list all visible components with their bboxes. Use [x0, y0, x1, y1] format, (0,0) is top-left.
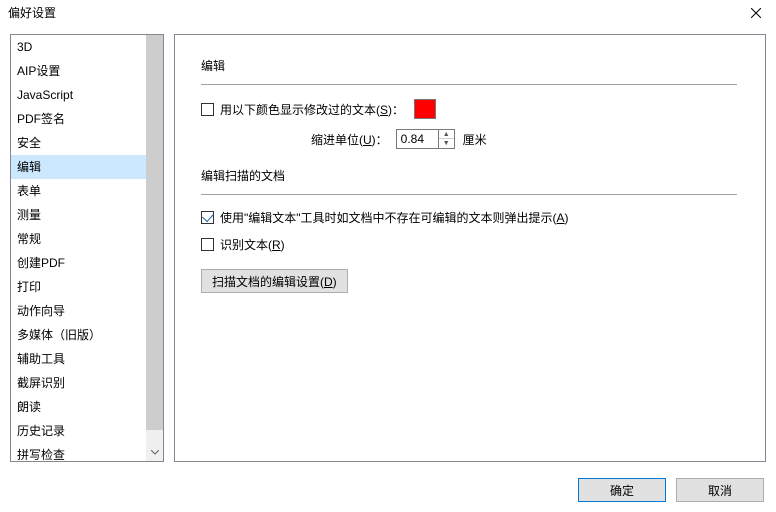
divider	[201, 194, 737, 195]
sidebar-item[interactable]: PDF签名	[11, 107, 146, 131]
sidebar-item[interactable]: 打印	[11, 275, 146, 299]
sidebar-item[interactable]: 创建PDF	[11, 251, 146, 275]
close-icon	[751, 8, 761, 18]
settings-panel: 编辑 用以下颜色显示修改过的文本(S)： 缩进单位(U)： ▲ ▼	[174, 34, 766, 462]
sidebar-item[interactable]: 历史记录	[11, 419, 146, 443]
sidebar-item[interactable]: AIP设置	[11, 59, 146, 83]
indent-unit-unit-label: 厘米	[463, 131, 487, 148]
close-button[interactable]	[736, 0, 776, 26]
cancel-button[interactable]: 取消	[676, 478, 764, 502]
sidebar: 3DAIP设置JavaScriptPDF签名安全编辑表单测量常规创建PDF打印动…	[10, 34, 164, 462]
edit-text-prompt-label: 使用"编辑文本"工具时如文档中不存在可编辑的文本则弹出提示(A)	[220, 209, 569, 226]
modified-text-color-swatch[interactable]	[414, 99, 436, 119]
sidebar-item[interactable]: 朗读	[11, 395, 146, 419]
indent-unit-input[interactable]	[396, 129, 438, 149]
edit-group: 编辑 用以下颜色显示修改过的文本(S)： 缩进单位(U)： ▲ ▼	[201, 57, 745, 149]
sidebar-item[interactable]: 截屏识别	[11, 371, 146, 395]
show-modified-color-label: 用以下颜色显示修改过的文本(S)：	[220, 101, 404, 118]
sidebar-item[interactable]: 编辑	[11, 155, 146, 179]
sidebar-item[interactable]: 表单	[11, 179, 146, 203]
recognize-text-checkbox[interactable]	[201, 238, 214, 251]
sidebar-item[interactable]: 辅助工具	[11, 347, 146, 371]
sidebar-item[interactable]: 多媒体（旧版）	[11, 323, 146, 347]
content-area: 3DAIP设置JavaScriptPDF签名安全编辑表单测量常规创建PDF打印动…	[0, 26, 776, 464]
sidebar-item[interactable]: 常规	[11, 227, 146, 251]
scan-group-title: 编辑扫描的文档	[201, 167, 745, 184]
edit-text-prompt-row: 使用"编辑文本"工具时如文档中不存在可编辑的文本则弹出提示(A)	[201, 209, 745, 226]
sidebar-item[interactable]: 测量	[11, 203, 146, 227]
ok-button[interactable]: 确定	[578, 478, 666, 502]
sidebar-item[interactable]: 3D	[11, 35, 146, 59]
indent-unit-spinner[interactable]: ▲ ▼	[396, 129, 455, 149]
divider	[201, 84, 737, 85]
show-modified-color-checkbox[interactable]	[201, 103, 214, 116]
recognize-text-label: 识别文本(R)	[220, 236, 285, 253]
sidebar-item[interactable]: 拼写检查	[11, 443, 146, 461]
sidebar-item[interactable]: JavaScript	[11, 83, 146, 107]
scrollbar-thumb[interactable]	[146, 35, 163, 430]
spinner-buttons: ▲ ▼	[438, 129, 455, 149]
recognize-text-row: 识别文本(R)	[201, 236, 745, 253]
edit-text-prompt-checkbox[interactable]	[201, 211, 214, 224]
sidebar-item[interactable]: 安全	[11, 131, 146, 155]
indent-unit-row: 缩进单位(U)： ▲ ▼ 厘米	[311, 129, 745, 149]
sidebar-scrollbar[interactable]	[146, 35, 163, 461]
show-modified-color-row: 用以下颜色显示修改过的文本(S)：	[201, 99, 745, 119]
titlebar: 偏好设置	[0, 0, 776, 26]
chevron-down-icon	[151, 450, 159, 455]
indent-unit-label: 缩进单位(U)：	[311, 131, 388, 148]
scan-group: 编辑扫描的文档 使用"编辑文本"工具时如文档中不存在可编辑的文本则弹出提示(A)…	[201, 167, 745, 293]
scrollbar-down-arrow[interactable]	[146, 444, 163, 461]
spinner-up[interactable]: ▲	[439, 130, 454, 139]
edit-group-title: 编辑	[201, 57, 745, 74]
scan-settings-button[interactable]: 扫描文档的编辑设置(D)	[201, 269, 348, 293]
sidebar-item[interactable]: 动作向导	[11, 299, 146, 323]
sidebar-list[interactable]: 3DAIP设置JavaScriptPDF签名安全编辑表单测量常规创建PDF打印动…	[11, 35, 146, 461]
window-title: 偏好设置	[8, 4, 56, 21]
dialog-buttons: 确定 取消	[578, 478, 764, 502]
spinner-down[interactable]: ▼	[439, 139, 454, 148]
